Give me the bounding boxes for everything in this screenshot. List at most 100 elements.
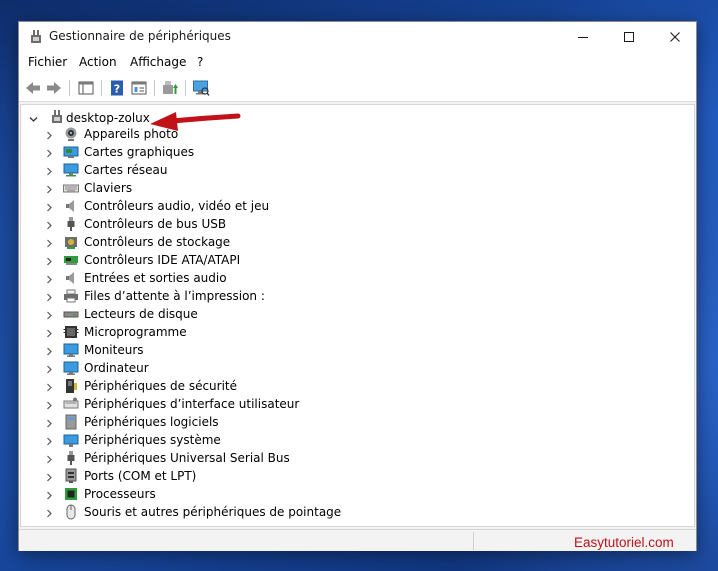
tree-category-node[interactable]: Contrôleurs de bus USB <box>45 215 445 233</box>
disk-drive-icon <box>63 306 79 322</box>
tree-category-node[interactable]: Microprogramme <box>45 323 445 341</box>
chevron-right-icon[interactable] <box>45 201 54 212</box>
usb-icon <box>63 450 79 466</box>
tree-category-node[interactable]: Périphériques d’interface utilisateur <box>45 395 445 413</box>
toolbar-separator <box>154 80 155 96</box>
keyboard-icon <box>63 180 79 196</box>
menu-help[interactable]: ? <box>197 55 203 69</box>
tree-category-label: Cartes graphiques <box>84 145 195 159</box>
tree-category-node[interactable]: Contrôleurs de stockage <box>45 233 445 251</box>
camera-icon <box>63 126 79 142</box>
menu-affichage[interactable]: Affichage <box>130 55 186 69</box>
speaker-icon <box>63 198 79 214</box>
monitor-icon <box>63 342 79 358</box>
chevron-right-icon[interactable] <box>45 129 54 140</box>
chevron-right-icon[interactable] <box>45 345 54 356</box>
tree-category-label: Périphériques logiciels <box>84 415 219 429</box>
scan-hardware-changes-button[interactable] <box>191 78 211 98</box>
printer-icon <box>63 288 79 304</box>
chevron-right-icon[interactable] <box>45 435 54 446</box>
usb-icon <box>63 216 79 232</box>
show-hide-console-tree-button[interactable] <box>76 78 96 98</box>
tree-category-node[interactable]: Périphériques Universal Serial Bus <box>45 449 445 467</box>
title-bar[interactable]: Gestionnaire de périphériques <box>19 22 696 52</box>
chevron-right-icon[interactable] <box>45 309 54 320</box>
chevron-right-icon[interactable] <box>45 453 54 464</box>
speaker-icon <box>63 270 79 286</box>
display-adapter-icon <box>63 144 79 160</box>
tree-category-node[interactable]: Contrôleurs IDE ATA/ATAPI <box>45 251 445 269</box>
properties-button[interactable] <box>129 78 149 98</box>
chevron-right-icon[interactable] <box>45 399 54 410</box>
menu-action[interactable]: Action <box>79 55 117 69</box>
tree-category-label: Ports (COM et LPT) <box>84 469 197 483</box>
port-icon <box>63 468 79 484</box>
tree-category-node[interactable]: Contrôleurs audio, vidéo et jeu <box>45 197 445 215</box>
chevron-right-icon[interactable] <box>45 363 54 374</box>
device-manager-icon <box>28 29 44 45</box>
tree-category-node[interactable]: Appareils photo <box>45 125 445 143</box>
tree-category-label: Périphériques système <box>84 433 221 447</box>
tree-category-label: Contrôleurs IDE ATA/ATAPI <box>84 253 241 267</box>
computer-icon <box>49 109 65 125</box>
close-button[interactable] <box>652 22 698 52</box>
chevron-right-icon[interactable] <box>45 273 54 284</box>
chevron-right-icon[interactable] <box>45 327 54 338</box>
chevron-right-icon[interactable] <box>45 489 54 500</box>
tree-root-node[interactable]: desktop-zolux <box>27 107 327 127</box>
monitor-icon <box>63 360 79 376</box>
help-button[interactable]: ? <box>107 78 127 98</box>
chevron-right-icon[interactable] <box>45 165 54 176</box>
chevron-right-icon[interactable] <box>45 237 54 248</box>
processor-icon <box>63 486 79 502</box>
svg-text:?: ? <box>114 83 120 96</box>
tree-category-node[interactable]: Périphériques de sécurité <box>45 377 445 395</box>
network-adapter-icon <box>63 162 79 178</box>
back-button[interactable] <box>23 78 43 98</box>
security-device-icon <box>63 378 79 394</box>
tree-category-label: Contrôleurs de bus USB <box>84 217 227 231</box>
tree-category-node[interactable]: Files d’attente à l’impression : <box>45 287 445 305</box>
tree-category-node[interactable]: Cartes graphiques <box>45 143 445 161</box>
tree-category-node[interactable]: Souris et autres périphériques de pointa… <box>45 503 445 521</box>
update-driver-button[interactable] <box>160 78 180 98</box>
software-device-icon <box>63 414 79 430</box>
tree-category-node[interactable]: Ordinateur <box>45 359 445 377</box>
tree-category-node[interactable]: Entrées et sorties audio <box>45 269 445 287</box>
chevron-right-icon[interactable] <box>45 219 54 230</box>
status-divider <box>473 532 474 550</box>
tree-category-node[interactable]: Moniteurs <box>45 341 445 359</box>
tree-category-node[interactable]: Périphériques système <box>45 431 445 449</box>
tree-category-label: Contrôleurs audio, vidéo et jeu <box>84 199 270 213</box>
maximize-button[interactable] <box>606 22 652 52</box>
chevron-right-icon[interactable] <box>45 381 54 392</box>
ide-controller-icon <box>63 252 79 268</box>
chevron-down-icon[interactable] <box>29 113 38 122</box>
tree-category-label: Microprogramme <box>84 325 187 339</box>
tree-category-node[interactable]: Processeurs <box>45 485 445 503</box>
toolbar-separator <box>69 80 70 96</box>
chevron-right-icon[interactable] <box>45 183 54 194</box>
chevron-right-icon[interactable] <box>45 147 54 158</box>
window-title: Gestionnaire de périphériques <box>49 29 231 43</box>
tree-category-label: Périphériques d’interface utilisateur <box>84 397 300 411</box>
tree-category-label: Processeurs <box>84 487 156 501</box>
chevron-right-icon[interactable] <box>45 291 54 302</box>
tree-category-label: Ordinateur <box>84 361 149 375</box>
tree-category-node[interactable]: Claviers <box>45 179 445 197</box>
chevron-right-icon[interactable] <box>45 417 54 428</box>
chevron-right-icon[interactable] <box>45 255 54 266</box>
tree-category-node[interactable]: Cartes réseau <box>45 161 445 179</box>
menu-fichier[interactable]: Fichier <box>28 55 67 69</box>
tree-category-node[interactable]: Ports (COM et LPT) <box>45 467 445 485</box>
tree-category-node[interactable]: Lecteurs de disque <box>45 305 445 323</box>
tree-category-node[interactable]: Périphériques logiciels <box>45 413 445 431</box>
chevron-right-icon[interactable] <box>45 471 54 482</box>
tree-category-label: Appareils photo <box>84 127 179 141</box>
minimize-button[interactable] <box>560 22 606 52</box>
toolbar: ? <box>19 74 696 102</box>
forward-button[interactable] <box>44 78 64 98</box>
device-tree: desktop-zolux Appareils photo Cartes grap… <box>20 104 695 527</box>
tree-category-label: Claviers <box>84 181 133 195</box>
chevron-right-icon[interactable] <box>45 507 54 518</box>
